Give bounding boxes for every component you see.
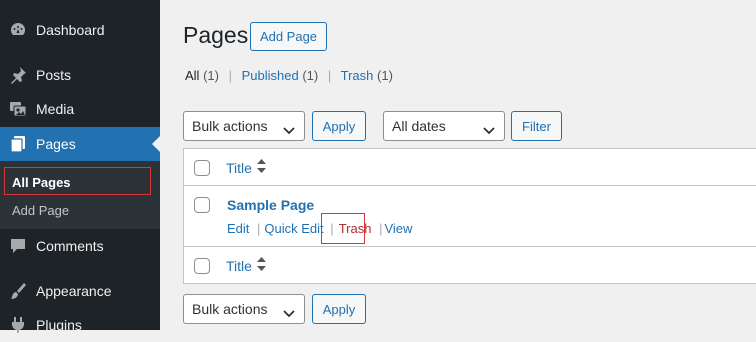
- page-title: Pages: [183, 22, 249, 48]
- menu-item-plugins[interactable]: Plugins: [0, 308, 160, 342]
- menu-item-label: Posts: [36, 67, 72, 83]
- divider: [184, 246, 756, 247]
- divider: [184, 185, 756, 186]
- dashboard-icon: [0, 21, 36, 39]
- add-page-button[interactable]: Add Page: [250, 22, 327, 51]
- menu-item-label: Plugins: [36, 317, 82, 333]
- menu-item-media[interactable]: Media: [0, 92, 160, 126]
- subsubsub-views: All (1) | Published (1) | Trash (1): [185, 68, 393, 83]
- view-separator: |: [327, 68, 332, 83]
- row-title-link[interactable]: Sample Page: [227, 197, 314, 213]
- dates-value: All dates: [392, 118, 446, 134]
- column-title-label: Title: [226, 257, 252, 274]
- view-all-link[interactable]: All: [185, 68, 199, 83]
- action-separator: |: [379, 221, 383, 236]
- plugin-icon: [0, 316, 36, 334]
- chevron-down-icon: [483, 122, 495, 138]
- admin-sidebar: Dashboard Posts Media Pages All Pages Ad…: [0, 0, 160, 333]
- view-published-link[interactable]: Published: [242, 68, 299, 83]
- view-published-count: (1): [302, 68, 319, 83]
- select-all-checkbox-footer[interactable]: [194, 258, 210, 274]
- filter-button[interactable]: Filter: [511, 111, 562, 141]
- bulk-actions-value: Bulk actions: [192, 118, 268, 134]
- all-pages-highlight: [4, 167, 151, 195]
- menu-item-dashboard[interactable]: Dashboard: [0, 13, 160, 47]
- menu-item-appearance[interactable]: Appearance: [0, 274, 160, 308]
- menu-item-label: Pages: [36, 136, 76, 152]
- edit-link[interactable]: Edit: [227, 221, 249, 236]
- pages-table: Title Sample Page Edit | Quick Edit | Tras…: [183, 148, 756, 284]
- chevron-down-icon: [283, 122, 295, 138]
- view-link[interactable]: View: [384, 221, 412, 236]
- column-title-footer[interactable]: Title: [226, 257, 266, 274]
- dates-select[interactable]: All dates: [383, 111, 505, 141]
- sort-icon: [256, 257, 266, 274]
- quick-edit-link[interactable]: Quick Edit: [264, 221, 323, 236]
- view-separator: |: [228, 68, 232, 83]
- menu-item-label: Comments: [36, 238, 104, 254]
- submenu-add-page[interactable]: Add Page: [12, 203, 69, 218]
- column-title-label: Title: [226, 159, 252, 176]
- menu-item-comments[interactable]: Comments: [0, 229, 160, 263]
- sort-icon: [256, 159, 266, 176]
- pin-icon: [0, 66, 36, 84]
- trash-highlight: [321, 213, 365, 244]
- row-checkbox[interactable]: [194, 197, 210, 213]
- bulk-actions-select-bottom[interactable]: Bulk actions: [183, 294, 305, 324]
- menu-item-posts[interactable]: Posts: [0, 58, 160, 92]
- column-title-header[interactable]: Title: [226, 159, 266, 176]
- menu-item-label: Dashboard: [36, 22, 105, 38]
- brush-icon: [0, 282, 36, 300]
- select-all-checkbox[interactable]: [194, 160, 210, 176]
- row-actions: Edit | Quick Edit | Trash | View: [227, 221, 412, 236]
- menu-item-pages[interactable]: Pages: [0, 127, 160, 161]
- view-trash-count: (1): [377, 68, 393, 83]
- pages-icon: [0, 135, 36, 153]
- bulk-actions-value: Bulk actions: [192, 301, 268, 317]
- view-trash-link[interactable]: Trash: [341, 68, 374, 83]
- apply-button-bottom[interactable]: Apply: [312, 294, 366, 324]
- menu-item-label: Appearance: [36, 283, 112, 299]
- comment-icon: [0, 237, 36, 255]
- view-all-count: (1): [203, 68, 219, 83]
- bulk-actions-select[interactable]: Bulk actions: [183, 111, 305, 141]
- chevron-down-icon: [283, 305, 295, 321]
- media-icon: [0, 100, 36, 118]
- apply-button[interactable]: Apply: [312, 111, 366, 141]
- action-separator: |: [257, 221, 261, 236]
- menu-item-label: Media: [36, 101, 75, 117]
